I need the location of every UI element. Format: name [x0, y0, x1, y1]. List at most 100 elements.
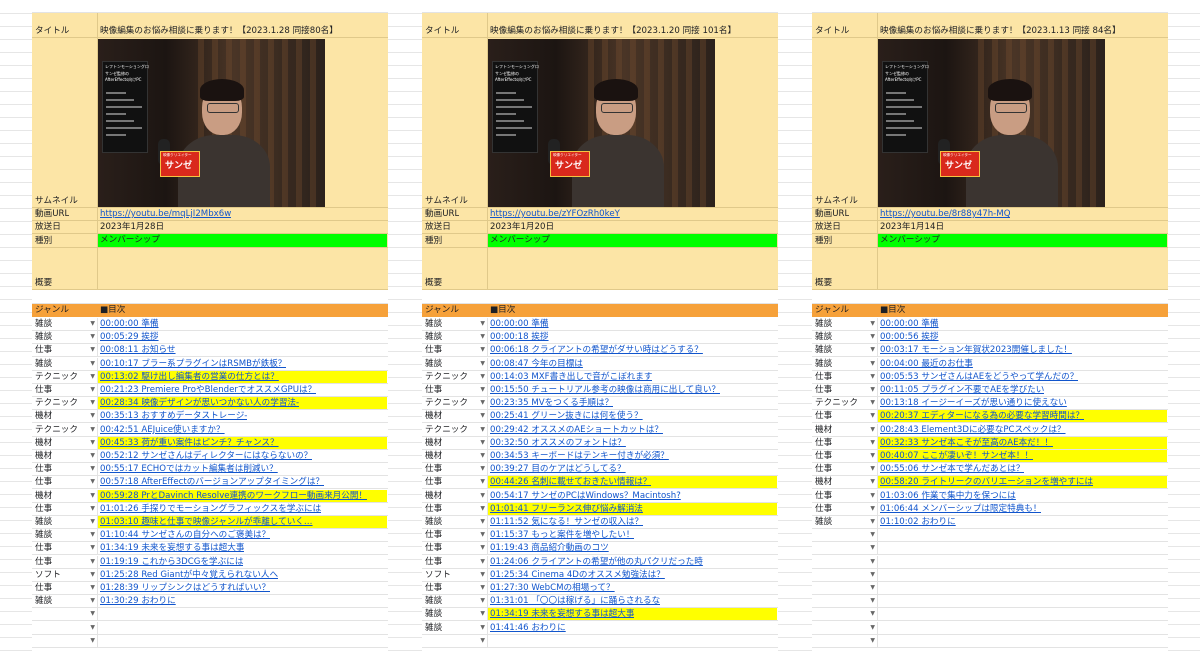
toc-entry[interactable]: 01:28:39 リップシンクはどうすればいい？ [98, 582, 387, 594]
genre-dropdown[interactable]: 雑談 ▼ [32, 357, 98, 370]
dropdown-caret-icon[interactable]: ▼ [870, 463, 875, 475]
genre-dropdown[interactable]: 仕事 ▼ [812, 410, 878, 423]
toc-entry[interactable]: 01:11:52 気になる！サンゼの収入は？ [488, 516, 777, 528]
dropdown-caret-icon[interactable]: ▼ [90, 516, 95, 528]
genre-dropdown[interactable]: 機材 ▼ [422, 410, 488, 423]
dropdown-caret-icon[interactable]: ▼ [870, 424, 875, 436]
timestamp-link[interactable]: 00:00:00 準備 [490, 318, 549, 330]
dropdown-caret-icon[interactable]: ▼ [870, 371, 875, 383]
timestamp-link[interactable]: 00:20:37 エディターになる為の必要な学習時間は？ [880, 410, 1084, 422]
toc-entry[interactable]: 00:40:07 ここが凄いぞ！サンゼ本！！ [878, 450, 1167, 462]
timestamp-link[interactable]: 00:00:00 準備 [880, 318, 939, 330]
toc-entry[interactable]: 00:29:42 オススメのAEショートカットは？ [488, 424, 777, 436]
toc-entry[interactable]: 00:05:29 挨拶 [98, 331, 387, 343]
toc-entry[interactable]: 00:23:35 MVをつくる手順は？ [488, 397, 777, 409]
toc-entry[interactable]: 01:10:44 サンゼさんの自分へのご褒美は？ [98, 529, 387, 541]
genre-dropdown[interactable]: 仕事 ▼ [422, 344, 488, 357]
genre-dropdown[interactable]: 仕事 ▼ [422, 582, 488, 594]
toc-entry[interactable]: 00:45:33 荷が重い案件はピンチ？チャンス？ [98, 436, 387, 449]
timestamp-link[interactable]: 01:25:28 Red Giantが中々覚えられない人へ [100, 569, 278, 581]
dropdown-caret-icon[interactable]: ▼ [480, 569, 485, 581]
timestamp-link[interactable]: 00:03:17 モーション年賀状2023開催しました！ [880, 344, 1072, 356]
genre-dropdown[interactable]: 雑談 ▼ [422, 516, 488, 528]
timestamp-link[interactable]: 01:10:02 おわりに [880, 516, 956, 528]
toc-entry[interactable] [98, 635, 387, 647]
toc-entry[interactable]: 01:24:06 クライアントの希望が他の丸パクリだった時 [488, 556, 777, 568]
video-url-link[interactable]: https://youtu.be/mqLjI2Mbx6w [100, 208, 231, 220]
genre-dropdown[interactable]: 仕事 ▼ [32, 463, 98, 476]
genre-dropdown[interactable]: 機材 ▼ [422, 436, 488, 449]
toc-entry[interactable]: 01:34:19 未来を妄想する事は超大事 [98, 542, 387, 554]
toc-entry[interactable]: 00:28:43 Element3Dに必要なPCスペックは？ [878, 424, 1167, 436]
dropdown-caret-icon[interactable]: ▼ [870, 635, 875, 647]
timestamp-link[interactable]: 01:10:44 サンゼさんの自分へのご褒美は？ [100, 529, 270, 541]
genre-dropdown[interactable]: ▼ [812, 555, 878, 568]
dropdown-caret-icon[interactable]: ▼ [90, 503, 95, 515]
dropdown-caret-icon[interactable]: ▼ [90, 358, 95, 370]
genre-dropdown[interactable]: 仕事 ▼ [812, 502, 878, 515]
dropdown-caret-icon[interactable]: ▼ [870, 516, 875, 528]
genre-dropdown[interactable]: 仕事 ▼ [32, 344, 98, 357]
timestamp-link[interactable]: 00:00:00 準備 [100, 318, 159, 330]
genre-dropdown[interactable]: 雑談 ▼ [812, 318, 878, 330]
toc-entry[interactable]: 00:08:11 お知らせ [98, 344, 387, 356]
dropdown-caret-icon[interactable]: ▼ [90, 556, 95, 568]
timestamp-link[interactable]: 00:42:51 AEJuice使いますか？ [100, 424, 225, 436]
toc-entry[interactable] [98, 608, 387, 620]
timestamp-link[interactable]: 01:01:26 手探りでモーショングラフィックスを学ぶには [100, 503, 321, 515]
dropdown-caret-icon[interactable]: ▼ [870, 318, 875, 330]
dropdown-caret-icon[interactable]: ▼ [870, 556, 875, 568]
dropdown-caret-icon[interactable]: ▼ [870, 331, 875, 343]
toc-entry[interactable]: 00:59:28 PrとDavinch Resolve連携のワークフロー動画来月… [98, 489, 387, 502]
genre-dropdown[interactable]: 仕事 ▼ [422, 463, 488, 476]
dropdown-caret-icon[interactable]: ▼ [480, 595, 485, 607]
toc-entry[interactable]: 00:34:53 キーボードはテンキー付きが必須？ [488, 450, 777, 462]
dropdown-caret-icon[interactable]: ▼ [870, 437, 875, 449]
dropdown-caret-icon[interactable]: ▼ [480, 608, 485, 620]
video-thumbnail[interactable]: レフトンモーショングロ サンゼ監修の AfterEffects向けPC 映像クリエイタ… [878, 39, 1105, 207]
membership-cell[interactable]: メンバーシップ [98, 234, 387, 247]
video-thumbnail[interactable]: レフトンモーショングロ サンゼ監修の AfterEffects向けPC 映像クリエイタ… [98, 39, 325, 207]
timestamp-link[interactable]: 01:27:30 WebCMの相場って？ [490, 582, 615, 594]
timestamp-link[interactable]: 01:34:19 未来を妄想する事は超大事 [490, 608, 634, 620]
broadcast-date[interactable]: 2023年1月28日 [100, 221, 164, 233]
dropdown-caret-icon[interactable]: ▼ [870, 569, 875, 581]
timestamp-link[interactable]: 00:32:33 サンゼ本こそが至高のAE本だ！！ [880, 437, 1053, 449]
timestamp-link[interactable]: 00:08:47 今年の目標は [490, 358, 583, 370]
toc-entry[interactable] [878, 635, 1167, 647]
genre-dropdown[interactable]: ▼ [812, 542, 878, 555]
toc-entry[interactable] [878, 556, 1167, 568]
toc-entry[interactable] [878, 608, 1167, 620]
timestamp-link[interactable]: 00:04:00 最近のお仕事 [880, 358, 973, 370]
dropdown-caret-icon[interactable]: ▼ [480, 582, 485, 594]
genre-dropdown[interactable]: 仕事 ▼ [32, 384, 98, 396]
toc-entry[interactable]: 00:11:05 プラグイン不要でAEを学びたい [878, 384, 1167, 396]
timestamp-link[interactable]: 00:58:20 ライトリークのバリエーションを増やすには [880, 476, 1093, 488]
timestamp-link[interactable]: 00:44:26 名刺に載せておきたい情報は？ [490, 476, 651, 488]
timestamp-link[interactable]: 01:24:06 クライアントの希望が他の丸パクリだった時 [490, 556, 703, 568]
dropdown-caret-icon[interactable]: ▼ [90, 608, 95, 620]
timestamp-link[interactable]: 00:05:53 サンゼさんはAEをどうやって学んだの？ [880, 371, 1078, 383]
genre-dropdown[interactable]: 雑談 ▼ [422, 621, 488, 634]
timestamp-link[interactable]: 00:06:18 クライアントの希望がダサい時はどうする？ [490, 344, 703, 356]
toc-entry[interactable]: 01:10:02 おわりに [878, 516, 1167, 528]
genre-dropdown[interactable]: 雑談 ▼ [32, 595, 98, 608]
timestamp-link[interactable]: 01:03:06 作業で集中力を保つには [880, 490, 1016, 502]
toc-entry[interactable]: 00:03:17 モーション年賀状2023開催しました！ [878, 344, 1167, 356]
genre-dropdown[interactable]: ▼ [812, 568, 878, 581]
genre-dropdown[interactable]: 雑談 ▼ [422, 608, 488, 621]
toc-entry[interactable]: 00:35:13 おすすめデータストレージ- [98, 410, 387, 422]
toc-entry[interactable]: 01:31:01 「〇〇は稼げる」に踊らされるな [488, 595, 777, 607]
genre-dropdown[interactable]: 仕事 ▼ [32, 555, 98, 568]
toc-entry[interactable]: 00:14:03 MXF書き出しで音がこぼれます [488, 371, 777, 383]
toc-entry[interactable]: 01:19:19 これから3DCGを学ぶには [98, 556, 387, 568]
genre-dropdown[interactable]: ▼ [32, 621, 98, 634]
genre-dropdown[interactable]: 機材 ▼ [32, 450, 98, 462]
dropdown-caret-icon[interactable]: ▼ [870, 529, 875, 541]
dropdown-caret-icon[interactable]: ▼ [480, 318, 485, 330]
dropdown-caret-icon[interactable]: ▼ [480, 344, 485, 356]
dropdown-caret-icon[interactable]: ▼ [480, 437, 485, 449]
genre-dropdown[interactable]: テクニック ▼ [32, 423, 98, 436]
toc-entry[interactable]: 01:27:30 WebCMの相場って？ [488, 582, 777, 594]
genre-dropdown[interactable]: 仕事 ▼ [812, 463, 878, 476]
